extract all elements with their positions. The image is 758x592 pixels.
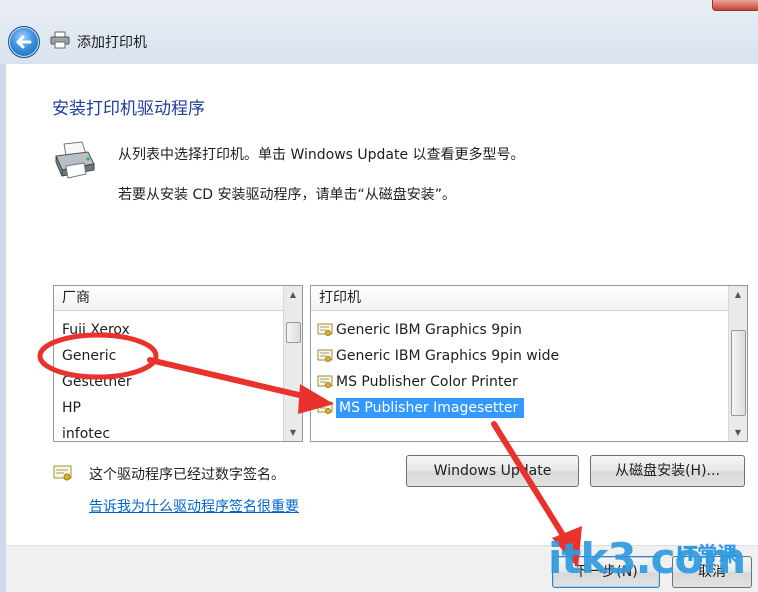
highlight-circle (37, 332, 159, 380)
arrow-to-next (491, 421, 569, 543)
arrow-to-printer (147, 357, 315, 401)
arrow-head (298, 384, 334, 414)
watermark-sub: IT常课 (676, 542, 738, 566)
annotation-overlay (37, 332, 582, 568)
